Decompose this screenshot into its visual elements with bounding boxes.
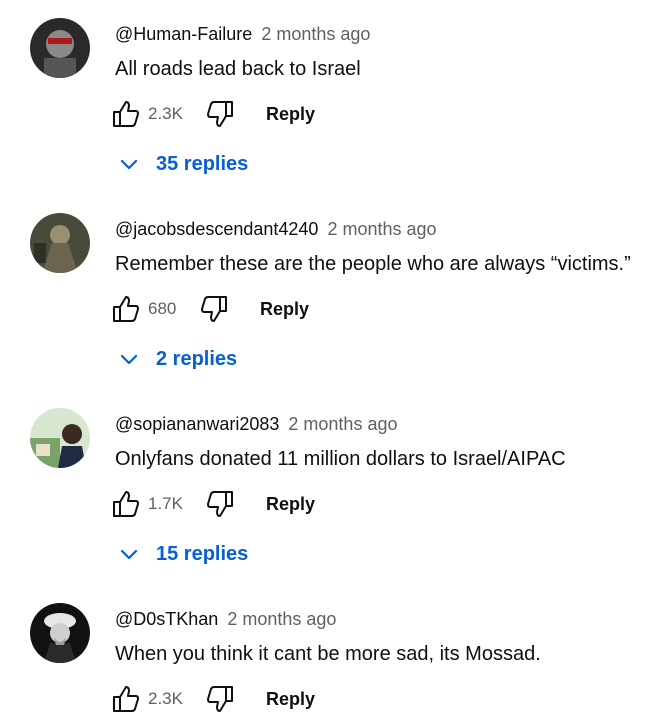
- thumb-up-icon[interactable]: [110, 488, 142, 520]
- chevron-down-icon: [120, 549, 138, 560]
- chevron-down-icon: [120, 159, 138, 170]
- view-replies-button[interactable]: 2 replies: [118, 345, 237, 373]
- avatar[interactable]: [30, 408, 90, 468]
- comment-text: Remember these are the people who are al…: [115, 253, 631, 275]
- comment-time[interactable]: 2 months ago: [261, 24, 370, 44]
- replies-count-label: 35 replies: [156, 152, 249, 175]
- reply-button[interactable]: Reply: [266, 689, 315, 710]
- view-replies-button[interactable]: 35 replies: [118, 150, 248, 178]
- avatar[interactable]: [30, 213, 90, 273]
- comment-actions: 2.3K Reply: [110, 681, 315, 717]
- comment-time[interactable]: 2 months ago: [227, 609, 336, 629]
- comment-header: @sopiananwari2083 2 months ago: [115, 412, 397, 436]
- thumb-up-icon[interactable]: [110, 683, 142, 715]
- view-replies-button[interactable]: 15 replies: [118, 540, 248, 568]
- thumb-down-icon[interactable]: [204, 488, 236, 520]
- like-count: 2.3K: [148, 689, 183, 708]
- reply-button[interactable]: Reply: [266, 104, 315, 125]
- comment-author[interactable]: @sopiananwari2083: [115, 414, 279, 434]
- thumb-down-icon[interactable]: [204, 683, 236, 715]
- avatar[interactable]: [30, 18, 90, 78]
- thumb-down-icon[interactable]: [198, 293, 230, 325]
- thumb-up-icon[interactable]: [110, 293, 142, 325]
- comment-header: @D0sTKhan 2 months ago: [115, 607, 336, 631]
- replies-count-label: 2 replies: [156, 347, 238, 370]
- reply-button[interactable]: Reply: [266, 494, 315, 515]
- like-count: 680: [148, 299, 177, 318]
- like-count: 2.3K: [148, 104, 183, 123]
- avatar[interactable]: [30, 603, 90, 663]
- comment-thread: @sopiananwari2083 2 months ago Onlyfans …: [0, 390, 670, 585]
- comment-actions: 680 Reply: [110, 291, 309, 327]
- reply-button[interactable]: Reply: [260, 299, 309, 320]
- comment-text: Onlyfans donated 11 million dollars to I…: [115, 448, 566, 470]
- comment-author[interactable]: @jacobsdescendant4240: [115, 219, 318, 239]
- comment-thread: @Human-Failure 2 months ago All roads le…: [0, 0, 670, 195]
- comment-header: @jacobsdescendant4240 2 months ago: [115, 217, 437, 241]
- comment-thread: @jacobsdescendant4240 2 months ago Remem…: [0, 195, 670, 390]
- comment-thread: @D0sTKhan 2 months ago When you think it…: [0, 585, 670, 722]
- comment-time[interactable]: 2 months ago: [327, 219, 436, 239]
- comment-actions: 2.3K Reply: [110, 96, 315, 132]
- comment-author[interactable]: @Human-Failure: [115, 24, 252, 44]
- thumb-up-icon[interactable]: [110, 98, 142, 130]
- comment-author[interactable]: @D0sTKhan: [115, 609, 218, 629]
- like-count: 1.7K: [148, 494, 183, 513]
- comment-actions: 1.7K Reply: [110, 486, 315, 522]
- comment-text: When you think it cant be more sad, its …: [115, 643, 541, 665]
- replies-count-label: 15 replies: [156, 542, 249, 565]
- comment-time[interactable]: 2 months ago: [288, 414, 397, 434]
- chevron-down-icon: [120, 354, 138, 365]
- thumb-down-icon[interactable]: [204, 98, 236, 130]
- comment-text: All roads lead back to Israel: [115, 58, 361, 80]
- comment-header: @Human-Failure 2 months ago: [115, 22, 370, 46]
